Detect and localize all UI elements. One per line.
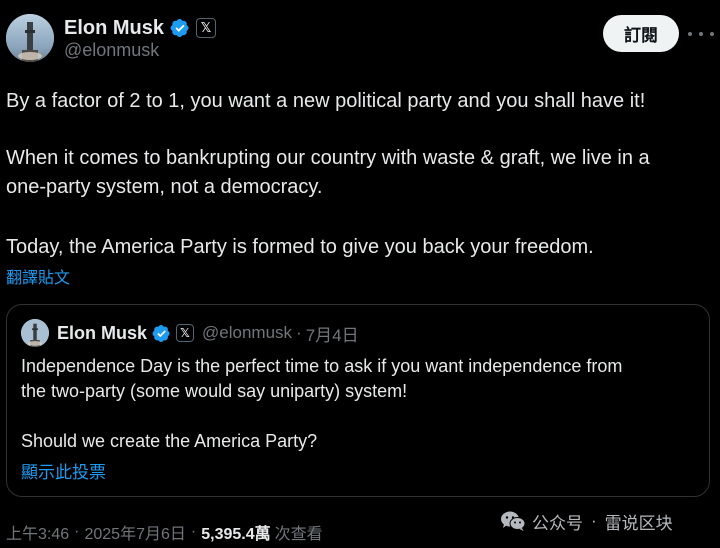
post-date[interactable]: 2025年7月6日 <box>84 520 185 544</box>
quote-text-line-1: Independence Day is the perfect time to … <box>21 356 623 376</box>
show-poll-link[interactable]: 顯示此投票 <box>21 458 106 483</box>
watermark: 公众号 · 雷说区块 <box>500 508 673 534</box>
author-handle[interactable]: @elonmusk <box>64 40 159 61</box>
avatar-image <box>6 14 54 62</box>
subscribe-button[interactable]: 訂閱 <box>603 15 679 52</box>
author-display-name[interactable]: Elon Musk <box>64 17 164 40</box>
x-logo-icon: 𝕏 <box>196 18 217 38</box>
verified-badge-icon <box>170 19 189 37</box>
tweet-text-line-4: Today, the America Party is formed to gi… <box>6 236 594 258</box>
watermark-separator: · <box>591 511 597 530</box>
quote-display-name[interactable]: Elon Musk <box>57 323 147 344</box>
tweet: Elon Musk 𝕏 @elonmusk 訂閱 By a factor of … <box>0 0 720 548</box>
more-dot <box>699 32 703 36</box>
meta-separator: · <box>190 523 197 540</box>
tweet-text-line-3: one-party system, not a democracy. <box>6 176 323 198</box>
quote-separator: · <box>296 323 302 342</box>
x-logo-icon: 𝕏 <box>176 324 195 342</box>
quote-avatar-image <box>21 319 49 347</box>
quote-text-line-3: Should we create the America Party? <box>21 431 318 451</box>
verified-badge-icon <box>152 324 170 342</box>
avatar[interactable] <box>6 14 54 62</box>
quote-header: Elon Musk 𝕏 @elonmusk · 7月4日 <box>57 319 359 347</box>
more-dot <box>710 32 714 36</box>
meta-separator: · <box>74 523 80 540</box>
watermark-label-2: 雷说区块 <box>604 513 673 533</box>
quote-text-line-2: the two-party (some would say uniparty) … <box>21 381 408 401</box>
quote-date: 7月4日 <box>305 325 359 345</box>
views-label: 次查看 <box>274 526 323 543</box>
tweet-text-line-2: When it comes to bankrupting our country… <box>6 147 650 169</box>
views-count: 5,395.4萬 <box>201 526 271 543</box>
tweet-meta: 上午3:46 · 2025年7月6日 · 5,395.4萬 次查看 <box>6 520 323 544</box>
quoted-tweet-card[interactable]: Elon Musk 𝕏 @elonmusk · 7月4日 Independenc… <box>6 304 710 497</box>
tweet-text-line-1: By a factor of 2 to 1, you want a new po… <box>6 90 646 112</box>
watermark-label-1: 公众号 <box>532 513 583 533</box>
more-dot <box>688 32 692 36</box>
post-time[interactable]: 上午3:46 <box>6 520 69 544</box>
more-options-icon[interactable] <box>688 25 714 43</box>
author-name-line: Elon Musk 𝕏 <box>64 14 217 42</box>
quote-avatar[interactable] <box>21 319 49 347</box>
translate-post-link[interactable]: 翻譯貼文 <box>6 264 70 288</box>
quote-handle: @elonmusk <box>202 323 293 342</box>
wechat-icon <box>501 511 526 531</box>
